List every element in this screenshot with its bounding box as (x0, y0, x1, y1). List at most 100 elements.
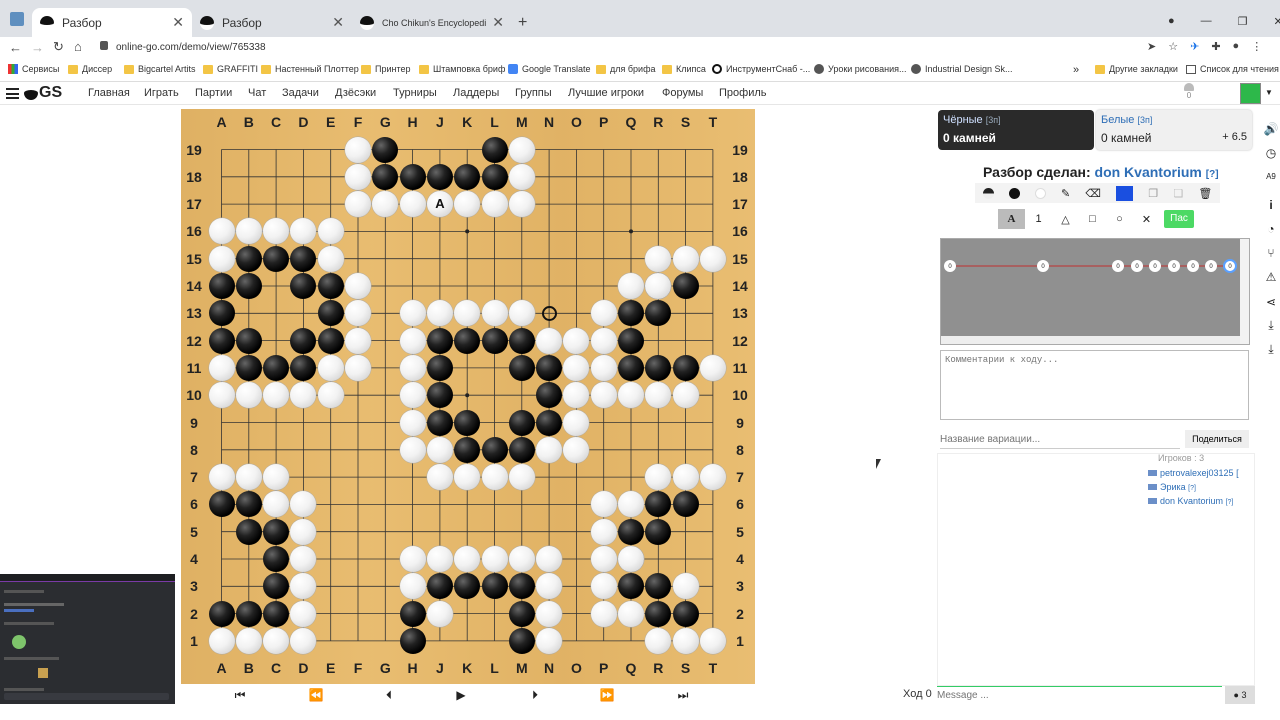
black-stone-icon[interactable] (1008, 187, 1020, 199)
last-move-icon[interactable]: ⏭ (673, 688, 693, 703)
other-bookmarks[interactable]: Другие закладки (1095, 64, 1178, 74)
white-stone-icon[interactable] (1034, 187, 1046, 199)
back-icon[interactable]: ← (9, 40, 22, 55)
first-move-icon[interactable]: ⏮ (230, 688, 250, 703)
variation-name-input[interactable] (940, 431, 1180, 449)
close-tab-icon[interactable]: ✕ (332, 14, 344, 31)
black-player-card[interactable]: Чёрные [3п] 0 камней (938, 110, 1094, 150)
circle-icon[interactable]: ○ (1106, 213, 1133, 225)
volume-icon[interactable]: 🔊 (1263, 122, 1279, 138)
forward-ten-icon[interactable]: ⏩ (597, 688, 617, 702)
reading-list[interactable]: Список для чтения (1186, 64, 1279, 74)
new-tab-icon[interactable]: + (518, 14, 527, 32)
share-icon[interactable]: ➤ (1147, 40, 1156, 53)
color-swatch[interactable] (1116, 185, 1134, 201)
bookmark-item[interactable]: Принтер (361, 64, 411, 74)
next-move-icon[interactable]: ⏵ (525, 688, 545, 703)
tree-scrollbar[interactable] (941, 336, 1241, 344)
bookmark-item[interactable]: Клипса (662, 64, 706, 74)
bookmark-item[interactable]: Сервисы (8, 64, 59, 74)
eraser-icon[interactable]: ⌫ (1085, 187, 1101, 200)
back-ten-icon[interactable]: ⏪ (306, 688, 326, 702)
ogs-logo[interactable]: GS (24, 84, 62, 102)
browser-tab-1[interactable]: Разбор ✕ (32, 8, 192, 37)
tab-search-icon[interactable] (10, 12, 24, 26)
notifications[interactable]: 0 (1184, 83, 1194, 100)
bookmark-item[interactable]: GRAFFITI (203, 64, 258, 74)
chat-users-button[interactable]: ● 3 (1225, 686, 1255, 704)
bookmark-item[interactable]: Industrial Design Sk... (911, 64, 1013, 74)
url-input[interactable]: online-go.com/demo/view/765338 (116, 42, 266, 53)
dashboard-icon[interactable]: ◔ (1263, 222, 1279, 238)
forward-icon[interactable]: → (31, 40, 44, 55)
nav-tournaments[interactable]: Турниры (393, 87, 437, 99)
bookmark-item[interactable]: Настенный Плоттер (261, 64, 359, 74)
hamburger-menu-icon[interactable] (6, 88, 19, 99)
share-nodes-icon[interactable]: ⋖ (1263, 295, 1279, 311)
bookmark-item[interactable]: для брифа (596, 64, 655, 74)
bookmark-item[interactable]: ИнструментСнаб -... (712, 64, 810, 74)
nav-top-players[interactable]: Лучшие игроки (568, 87, 644, 99)
white-player-card[interactable]: Белые [3п] 0 камней + 6.5 (1096, 110, 1252, 150)
download-icon[interactable]: ⤓ (1263, 318, 1279, 334)
bookmark-item[interactable]: Штамповка бриф (419, 64, 505, 74)
extension-icon[interactable]: ✈ (1190, 40, 1199, 53)
bookmark-item[interactable]: Диссер (68, 64, 112, 74)
prev-move-icon[interactable]: ⏴ (379, 688, 399, 703)
bookmark-item[interactable]: Google Translate (508, 64, 591, 74)
chevron-down-icon[interactable]: ▼ (1265, 88, 1273, 97)
pass-button[interactable]: Пас (1164, 210, 1194, 228)
play-icon[interactable]: ▶ (451, 688, 471, 702)
nav-games[interactable]: Партии (195, 87, 232, 99)
cross-icon[interactable]: ✕ (1133, 213, 1160, 226)
triangle-icon[interactable]: △ (1052, 213, 1079, 226)
close-tab-icon[interactable]: ✕ (172, 14, 184, 31)
share-button[interactable]: Поделиться (1185, 430, 1249, 448)
letter-mark-button[interactable]: A (998, 209, 1025, 229)
nav-forums[interactable]: Форумы (662, 87, 703, 99)
reviewer-link[interactable]: don Kvantorium (1095, 164, 1202, 180)
puzzle-icon[interactable]: ✚ (1211, 40, 1220, 53)
coordinates-icon[interactable]: A9 (1263, 172, 1279, 188)
branch-icon[interactable]: ⑂ (1263, 246, 1279, 262)
bookmark-item[interactable]: Уроки рисования... (814, 64, 907, 74)
nav-ladders[interactable]: Ладдеры (453, 87, 499, 99)
browser-tab-2[interactable]: Разбор ✕ (192, 8, 352, 37)
star-icon[interactable]: ☆ (1168, 40, 1178, 53)
pencil-icon[interactable]: ✎ (1061, 187, 1070, 200)
home-icon[interactable]: ⌂ (74, 39, 82, 54)
trash-icon[interactable]: 🗑 (1198, 187, 1212, 200)
download-sgf-icon[interactable]: ⤓ (1263, 342, 1279, 358)
reload-icon[interactable]: ↻ (53, 39, 64, 55)
close-tab-icon[interactable]: ✕ (492, 14, 504, 31)
info-icon[interactable]: i (1263, 198, 1279, 214)
nav-puzzles[interactable]: Задачи (282, 87, 319, 99)
clock-icon[interactable]: ◷ (1263, 146, 1279, 162)
square-icon[interactable]: □ (1079, 213, 1106, 225)
alternate-stone-icon[interactable] (982, 187, 994, 199)
nav-play[interactable]: Играть (144, 87, 179, 99)
nav-home[interactable]: Главная (88, 87, 130, 99)
player-entry[interactable]: Эрика [?] (1148, 482, 1255, 492)
player-entry[interactable]: petrovalexej03125 [ (1148, 468, 1255, 478)
copy-icon[interactable]: ❐ (1148, 187, 1158, 200)
nav-groups[interactable]: Группы (515, 87, 552, 99)
profile-icon[interactable]: ● (1233, 40, 1240, 53)
avatar[interactable] (1240, 83, 1261, 104)
browser-tab-3[interactable]: Cho Chikun's Encyclopedia of Lif ✕ (352, 8, 512, 37)
nav-chat[interactable]: Чат (248, 87, 266, 99)
bookmark-item[interactable]: Bigcartel Artits (124, 64, 196, 74)
tab-search-icon[interactable]: ● (1168, 15, 1175, 28)
warning-icon[interactable]: ⚠ (1263, 270, 1279, 286)
chat-input[interactable] (937, 686, 1222, 704)
more-bookmarks-icon[interactable]: » (1073, 64, 1079, 76)
minimize-icon[interactable]: — (1201, 15, 1212, 28)
nav-joseki[interactable]: Дзёсэки (335, 87, 376, 99)
menu-icon[interactable]: ⋮ (1251, 40, 1262, 53)
number-mark-button[interactable]: 1 (1025, 213, 1052, 225)
player-entry[interactable]: don Kvantorium [?] (1148, 496, 1255, 506)
paste-icon[interactable]: ❏ (1173, 187, 1183, 200)
tree-scrollbar-v[interactable] (1240, 239, 1249, 344)
go-board[interactable]: A A B B C C D D E E F F G G H H J J K K L L M M N N O O P P Q Q R R S S T T 19… (181, 109, 755, 684)
restore-icon[interactable]: ❐ (1238, 15, 1248, 28)
